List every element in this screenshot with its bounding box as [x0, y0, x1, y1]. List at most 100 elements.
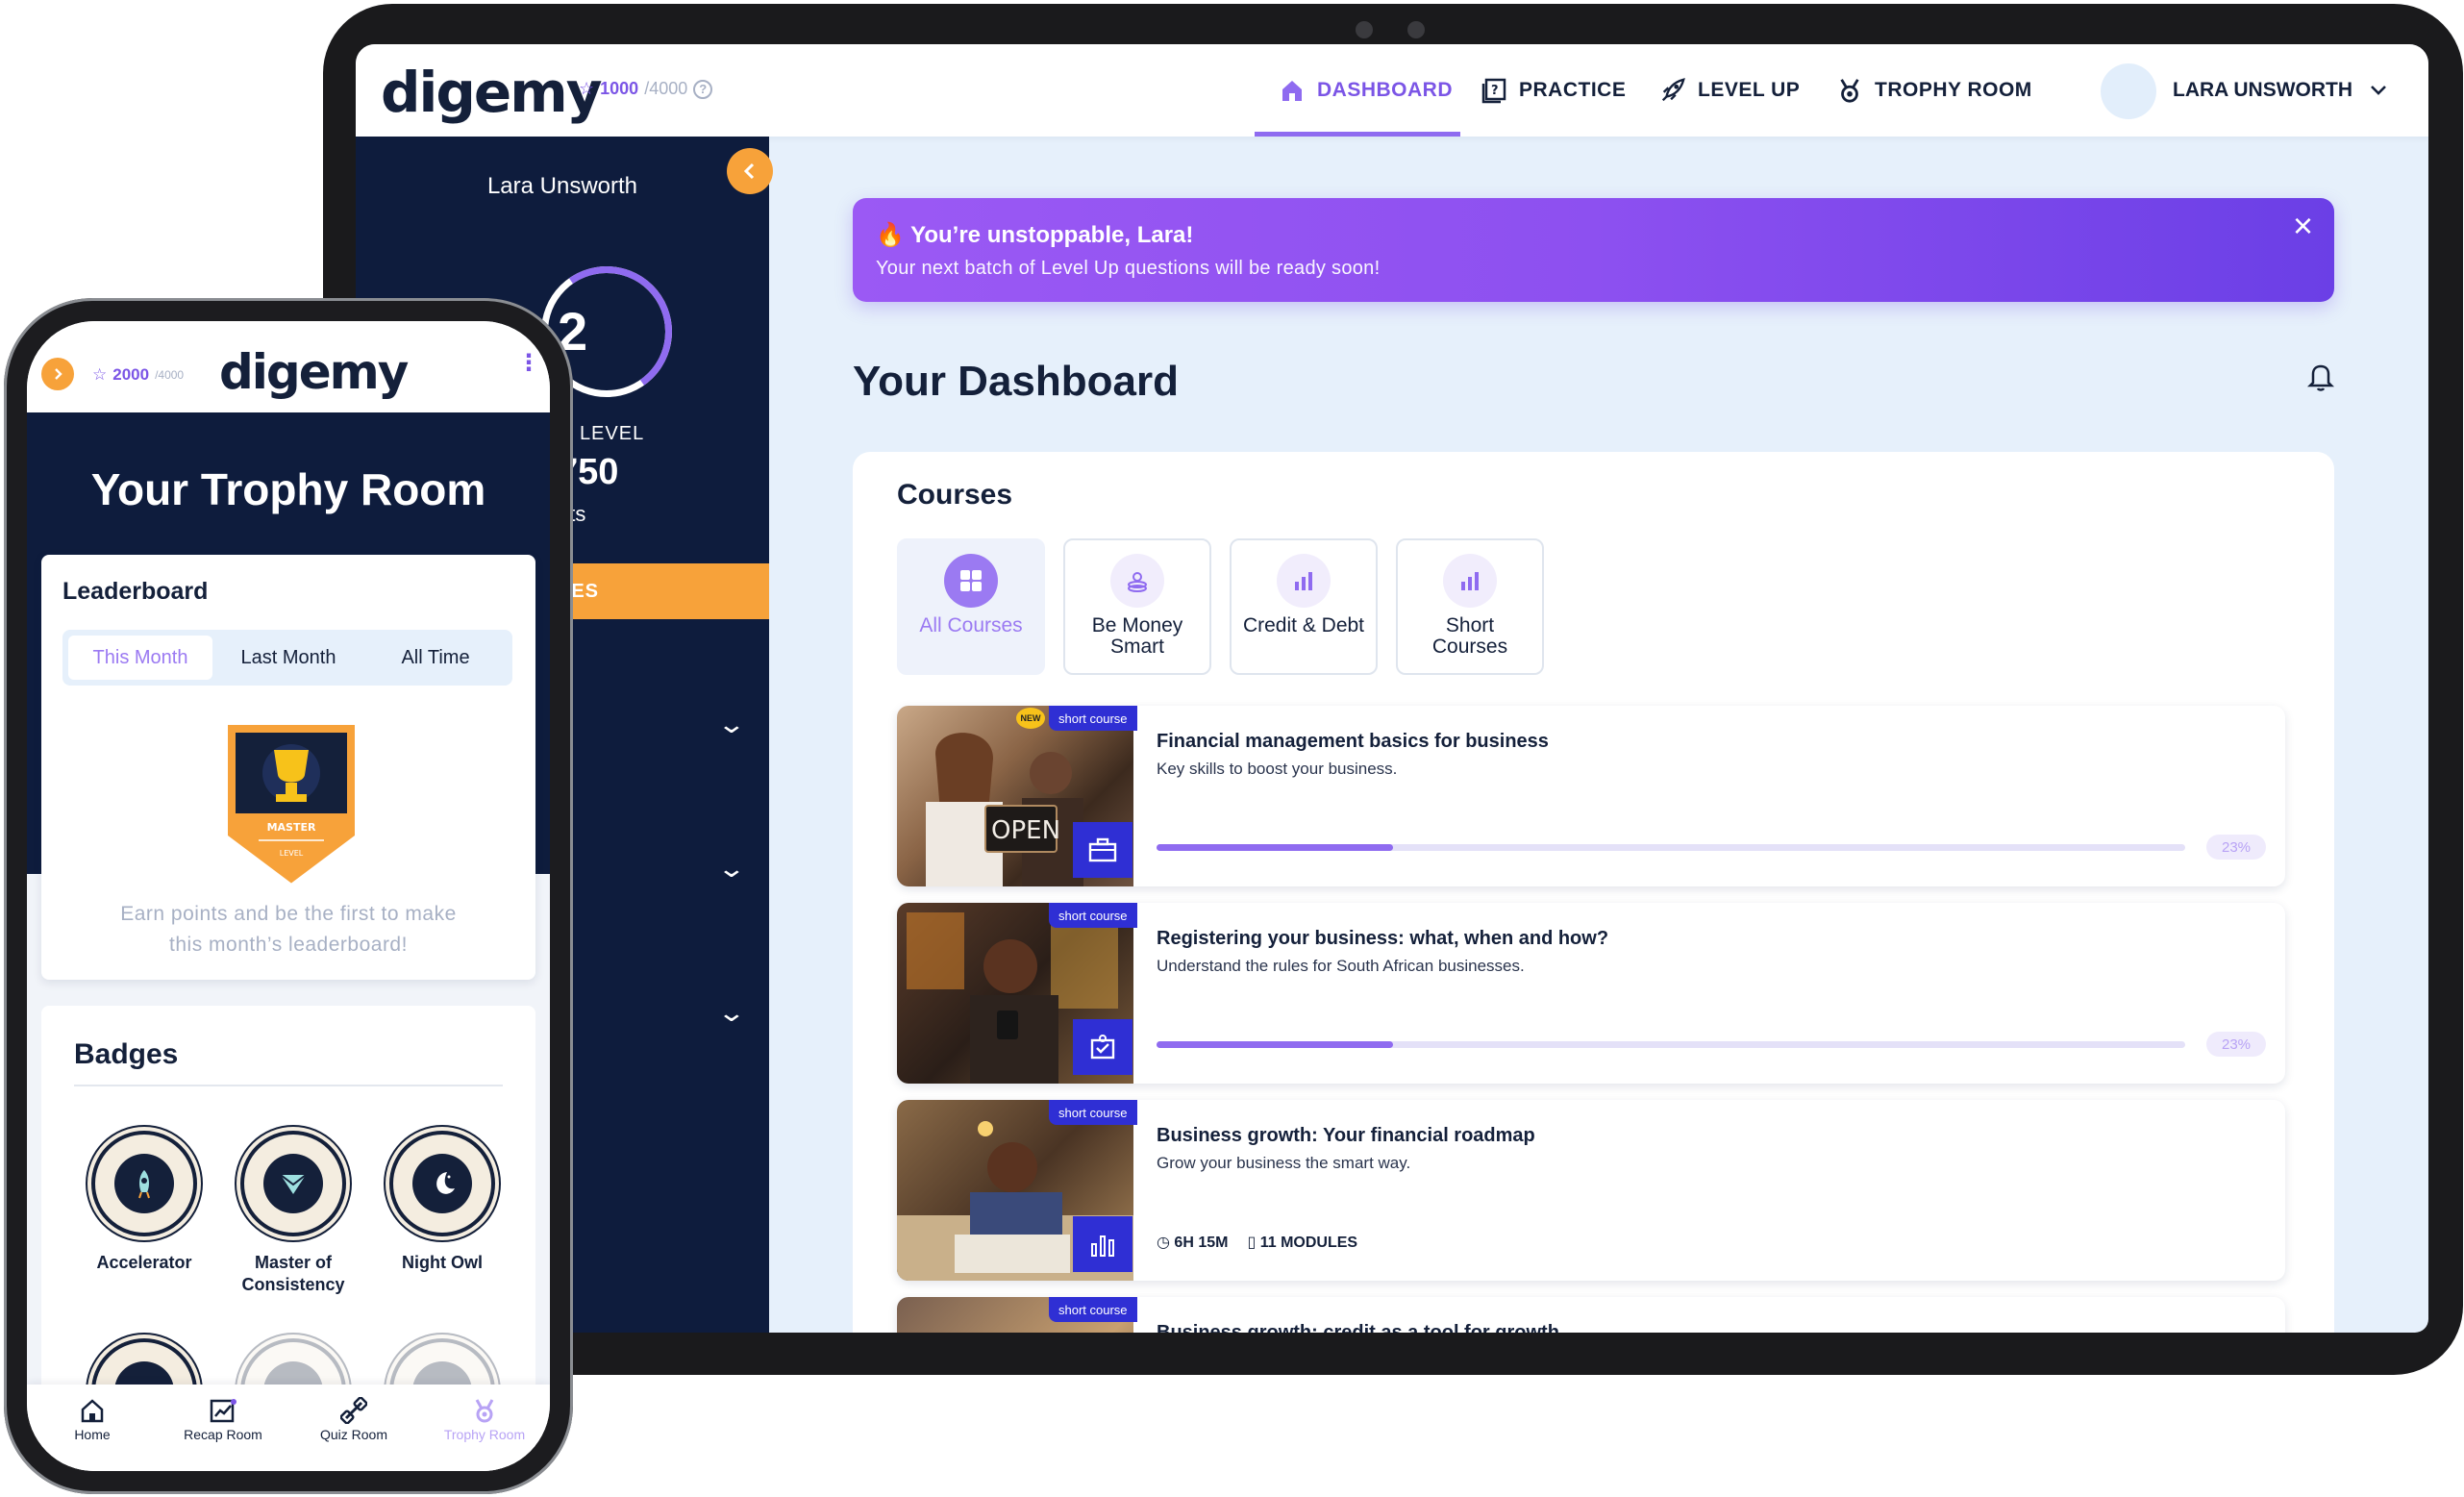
courses-card: Courses All Courses Be Money Smart Credi… — [853, 452, 2334, 1333]
level-label: L LEVEL — [562, 423, 645, 444]
master-level-badge: MASTER LEVEL — [226, 721, 357, 885]
briefcase-icon — [1073, 822, 1132, 878]
bottom-nav-recap-room[interactable]: Recap Room — [158, 1394, 288, 1442]
category-credit-debt[interactable]: Credit & Debt — [1230, 538, 1378, 675]
bottom-nav-trophy-room[interactable]: Trophy Room — [419, 1394, 550, 1442]
progress-fill — [1157, 844, 1394, 851]
user-menu[interactable]: LARA UNSWORTH — [2173, 44, 2387, 137]
course-title: Business growth: Your financial roadmap — [1157, 1125, 1535, 1146]
sidebar-user-name: Lara Unsworth — [486, 173, 638, 199]
course-card[interactable]: OPEN NEW short course Financial manageme… — [897, 706, 2285, 886]
course-subtitle: Grow your business the smart way. — [1157, 1154, 1411, 1172]
close-icon[interactable]: × — [2293, 206, 2313, 246]
chevron-right-icon — [55, 368, 62, 380]
badge-night-owl[interactable] — [389, 1131, 495, 1236]
medal-icon — [1836, 77, 1863, 104]
nav-trophy-room[interactable]: TROPHY ROOM — [1836, 44, 2032, 137]
top-bar: digemy ☆ 1000/4000 ? DASHBOARD ? PRACTIC… — [356, 44, 2428, 137]
leaderboard-tabs: This Month Last Month All Time — [62, 630, 512, 686]
nav-dashboard[interactable]: DASHBOARD — [1279, 44, 1453, 137]
avatar[interactable] — [2101, 63, 2156, 119]
chevron-down-icon[interactable]: ⌄ — [717, 854, 747, 884]
courses-title: Courses — [897, 479, 1013, 511]
course-card[interactable]: short course Registering your business: … — [897, 903, 2285, 1084]
coins-icon — [1110, 554, 1164, 608]
page-title: Your Trophy Room — [90, 464, 486, 514]
chevron-down-icon[interactable]: ⌄ — [717, 998, 747, 1028]
expand-menu-button[interactable] — [41, 358, 74, 390]
course-card[interactable]: short course Business growth: Your finan… — [897, 1100, 2285, 1281]
points-indicator: ☆ 2000/4000 — [92, 365, 185, 384]
tab-last-month[interactable]: Last Month — [216, 636, 361, 680]
nav-practice[interactable]: ? PRACTICE — [1481, 44, 1626, 137]
phone-screen: ☆ 2000/4000 digemy ⋮ Your Trophy Room Le… — [27, 321, 550, 1471]
registration-icon — [1073, 1019, 1132, 1075]
bottom-nav-home[interactable]: Home — [27, 1394, 158, 1442]
svg-text:MASTER: MASTER — [267, 821, 316, 834]
chart-icon — [158, 1394, 288, 1427]
medal-icon — [419, 1394, 550, 1427]
progress-percent: 23% — [2206, 835, 2266, 860]
tablet-device: digemy ☆ 1000/4000 ? DASHBOARD ? PRACTIC… — [323, 4, 2463, 1375]
collapse-sidebar-button[interactable] — [727, 148, 773, 194]
digemy-logo[interactable]: digemy — [219, 344, 409, 400]
star-icon: ☆ — [579, 79, 595, 98]
grid-icon — [944, 554, 998, 608]
course-modules: ▯ 11 MODULES — [1247, 1235, 1358, 1251]
course-card[interactable]: short course Business growth: credit as … — [897, 1297, 2285, 1333]
progress-track — [1157, 1041, 2185, 1048]
camera-dot — [1356, 21, 1373, 38]
course-title: Registering your business: what, when an… — [1157, 928, 1609, 949]
paper-plane-icon — [263, 1154, 323, 1213]
phone-top-bar: ☆ 2000/4000 digemy ⋮ — [27, 321, 550, 412]
rocket-icon — [1659, 77, 1686, 104]
course-tag: short course — [1049, 903, 1137, 928]
page-title: Your Dashboard — [853, 358, 1180, 405]
course-tag: short course — [1049, 1297, 1137, 1322]
chevron-left-icon — [743, 162, 755, 180]
course-title: Business growth: credit as a tool for gr… — [1157, 1322, 1559, 1333]
bar-chart-icon — [1277, 554, 1331, 608]
more-options-icon[interactable]: ⋮ — [517, 352, 540, 375]
leaderboard-empty-text: Earn points and be the first to make thi… — [120, 903, 457, 956]
chevron-down-icon — [2370, 79, 2387, 102]
tablet-screen: digemy ☆ 1000/4000 ? DASHBOARD ? PRACTIC… — [356, 44, 2428, 1333]
badge-master-of-consistency[interactable] — [240, 1131, 346, 1236]
motivation-banner: 🔥 You’re unstoppable, Lara! Your next ba… — [853, 198, 2334, 302]
bookmark-icon: ▯ — [1247, 1235, 1257, 1251]
category-be-money-smart[interactable]: Be Money Smart — [1063, 538, 1211, 675]
bottom-nav-quiz-room[interactable]: Quiz Room — [288, 1394, 419, 1442]
course-tag: short course — [1049, 1100, 1137, 1125]
progress-percent: 23% — [2206, 1032, 2266, 1057]
nav-active-indicator — [1255, 132, 1460, 137]
divider — [74, 1085, 503, 1086]
help-icon[interactable]: ? — [693, 79, 713, 99]
course-duration: ◷ 6H 15M — [1157, 1235, 1229, 1251]
course-tag: short course — [1049, 706, 1137, 731]
digemy-logo[interactable]: digemy — [381, 60, 602, 125]
tab-this-month[interactable]: This Month — [68, 636, 212, 680]
svg-text:OPEN: OPEN — [991, 816, 1060, 845]
nav-level-up[interactable]: LEVEL UP — [1659, 44, 1800, 137]
badge-accelerator[interactable] — [91, 1131, 197, 1236]
phone-device: ☆ 2000/4000 digemy ⋮ Your Trophy Room Le… — [4, 298, 573, 1494]
rocket-icon — [114, 1154, 174, 1213]
category-all-courses[interactable]: All Courses — [897, 538, 1045, 675]
bottom-nav: Home Recap Room Quiz Room Trophy Room — [27, 1385, 550, 1471]
home-icon — [1279, 77, 1306, 104]
points-indicator: ☆ 1000/4000 ? — [579, 79, 713, 99]
badge-label: Accelerator — [96, 1253, 192, 1272]
chevron-down-icon[interactable]: ⌄ — [717, 710, 747, 739]
leaderboard-card: Leaderboard This Month Last Month All Ti… — [41, 555, 535, 980]
svg-text:LEVEL: LEVEL — [280, 849, 304, 858]
category-short-courses[interactable]: Short Courses — [1396, 538, 1544, 675]
badge-label: Master of Consistency — [241, 1253, 345, 1294]
banner-text: Your next batch of Level Up questions wi… — [876, 258, 1381, 279]
tab-all-time[interactable]: All Time — [364, 636, 507, 680]
star-icon: ☆ — [92, 365, 108, 384]
bar-chart-icon — [1073, 1216, 1132, 1272]
course-meta: ◷ 6H 15M ▯ 11 MODULES — [1157, 1233, 1357, 1252]
bar-chart-icon — [1443, 554, 1497, 608]
bell-icon[interactable] — [2306, 362, 2335, 400]
svg-text:?: ? — [1491, 84, 1499, 98]
